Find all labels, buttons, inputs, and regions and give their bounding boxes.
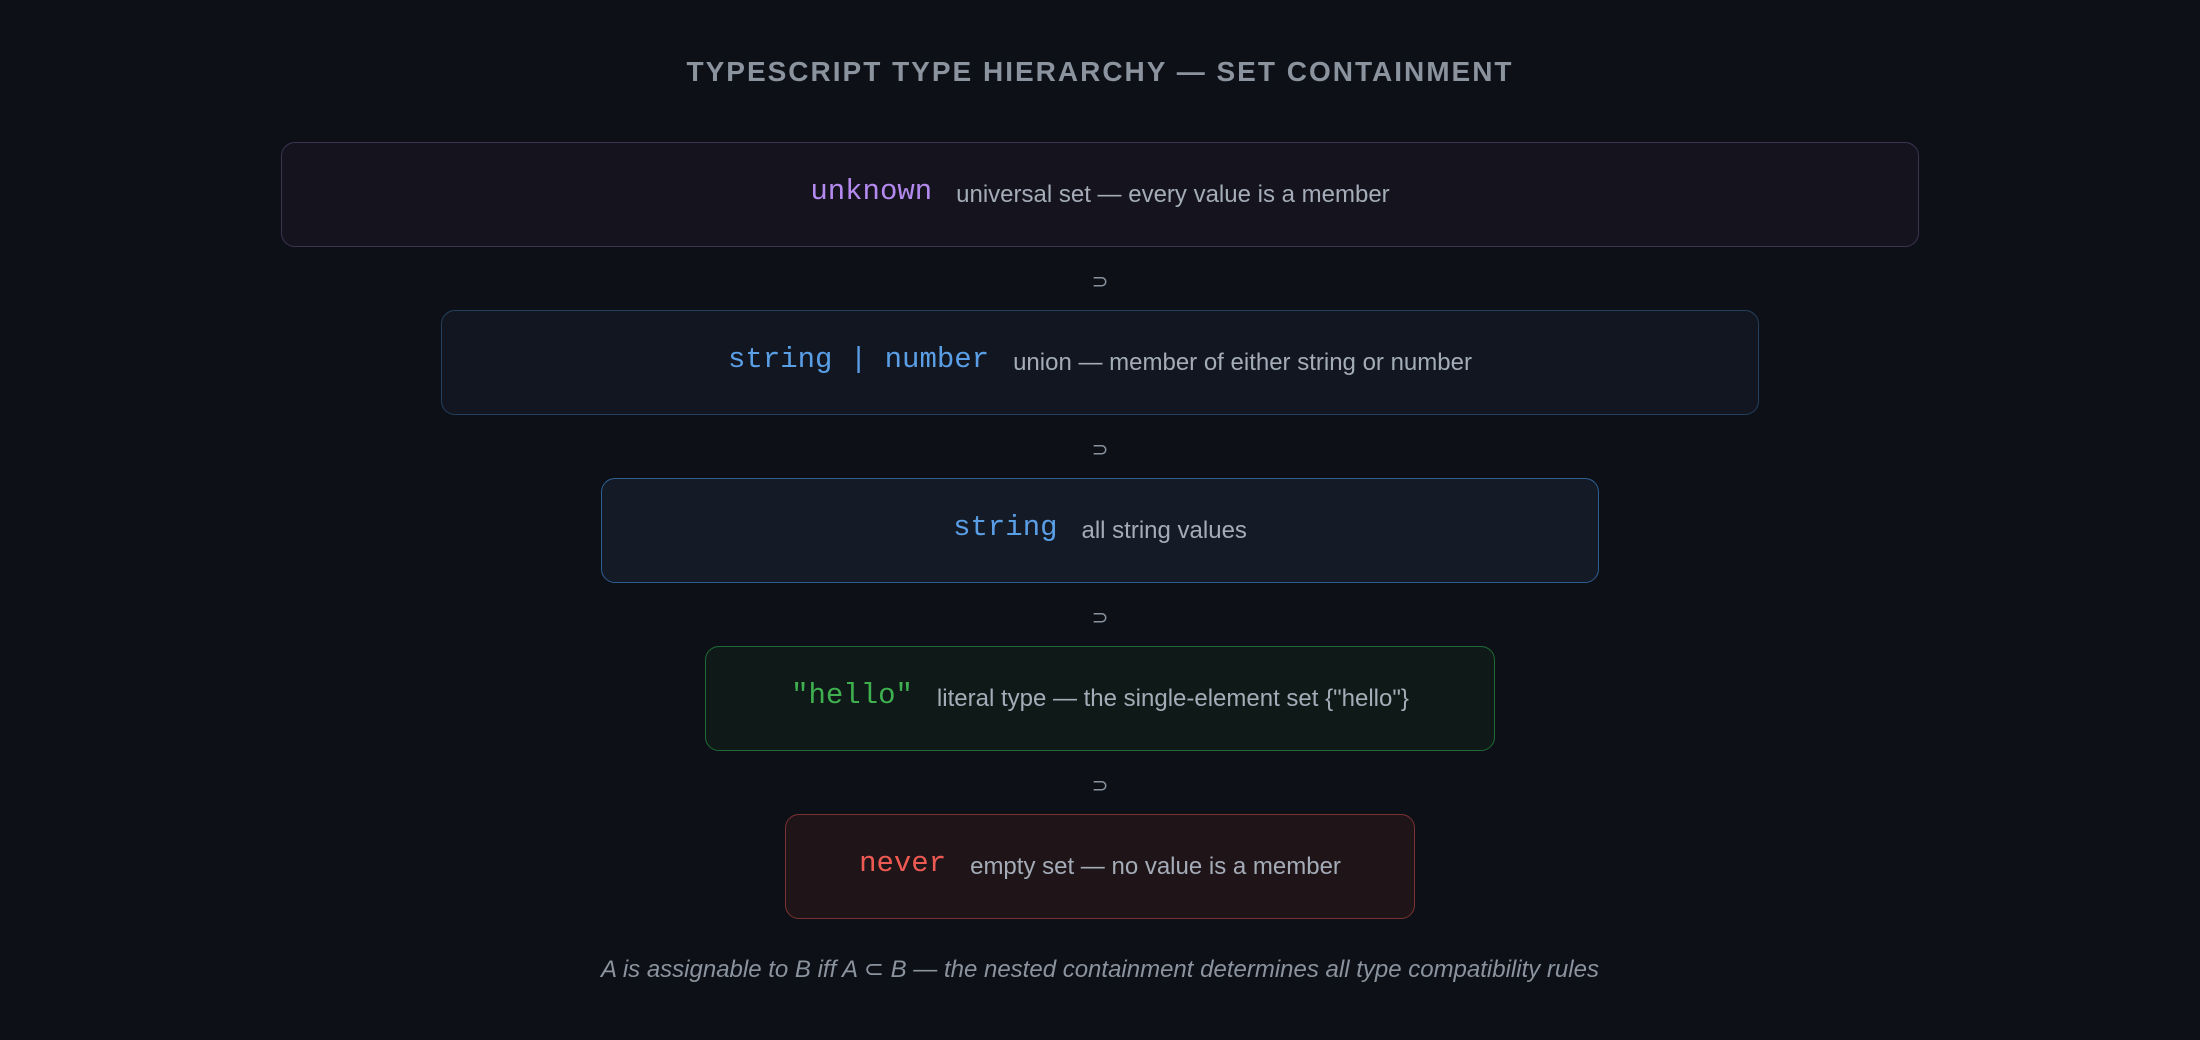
- type-box-unknown: unknown universal set — every value is a…: [281, 142, 1919, 247]
- footer-note: A is assignable to B iff A ⊂ B — the nes…: [601, 956, 1599, 983]
- type-box-string: string all string values: [601, 478, 1599, 583]
- containment-symbol: ⊃: [1091, 605, 1109, 629]
- type-name: "hello": [791, 679, 913, 712]
- type-name: string | number: [728, 343, 990, 376]
- type-box-never: never empty set — no value is a member: [785, 814, 1415, 919]
- type-box-union: string | number union — member of either…: [441, 310, 1759, 415]
- containment-symbol: ⊃: [1091, 437, 1109, 461]
- type-description: all string values: [1081, 516, 1247, 544]
- type-description: empty set — no value is a member: [970, 852, 1341, 880]
- type-description: universal set — every value is a member: [956, 180, 1390, 208]
- containment-symbol: ⊃: [1091, 269, 1109, 293]
- containment-symbol: ⊃: [1091, 773, 1109, 797]
- diagram-title: TYPESCRIPT TYPE HIERARCHY — SET CONTAINM…: [686, 56, 1514, 87]
- type-name: never: [859, 847, 947, 880]
- type-description: literal type — the single-element set {"…: [936, 684, 1409, 712]
- type-name: unknown: [810, 175, 933, 208]
- type-description: union — member of either string or numbe…: [1013, 348, 1472, 376]
- type-box-literal: "hello" literal type — the single-elemen…: [705, 646, 1495, 751]
- type-name: string: [953, 511, 1058, 544]
